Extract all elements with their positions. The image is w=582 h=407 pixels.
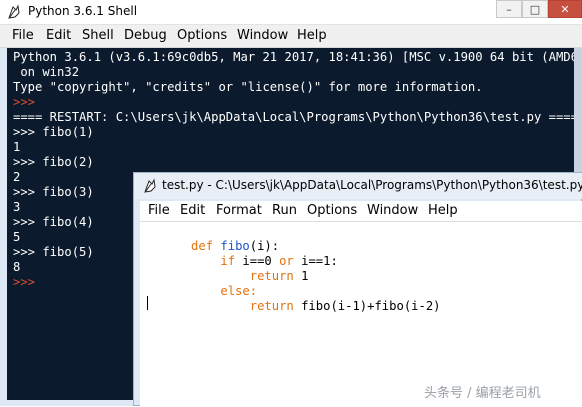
editor-menu-edit[interactable]: Edit [180,203,205,218]
code-token: return [191,299,302,313]
console-line: >>> fibo(1) [13,125,94,139]
shell-window-title: Python 3.6.1 Shell [28,4,138,18]
shell-menubar: File Edit Shell Debug Options Window Hel… [0,25,582,48]
console-line: 2 [13,170,21,184]
editor-window-title: test.py - C:\Users\jk\AppData\Local\Prog… [162,178,582,192]
code-editor[interactable]: def fibo(i): if i==0 or i==1: return 1 e… [140,222,582,407]
console-line: 3 [13,200,21,214]
menu-shell[interactable]: Shell [82,28,114,43]
menu-help[interactable]: Help [297,28,327,43]
console-line: 1 [13,140,21,154]
code-token: 1 [301,269,309,283]
console-line: >>> [13,275,43,289]
editor-menu-options[interactable]: Options [307,203,357,218]
menu-window[interactable]: Window [237,28,288,43]
console-line: >>> fibo(3) [13,185,94,199]
console-line: 5 [13,230,21,244]
text-cursor [147,296,148,310]
maximize-icon: □ [529,2,541,16]
idle-feather-icon [144,178,156,193]
close-icon: ✕ [560,2,570,16]
editor-window: test.py - C:\Users\jk\AppData\Local\Prog… [133,172,582,407]
console-line: >>> fibo(4) [13,215,94,229]
console-line: Python 3.6.1 (v3.6.1:69c0db5, Mar 21 201… [13,50,575,64]
console-line: ==== RESTART: C:\Users\jk\AppData\Local\… [13,110,575,124]
menu-debug[interactable]: Debug [124,28,167,43]
console-line: >>> fibo(2) [13,155,94,169]
editor-menu-window[interactable]: Window [367,203,418,218]
maximize-button[interactable]: □ [522,0,548,18]
editor-menu-run[interactable]: Run [272,203,297,218]
console-line: 8 [13,260,21,274]
menu-options[interactable]: Options [177,28,227,43]
idle-feather-icon [6,4,22,20]
editor-menu-help[interactable]: Help [428,203,458,218]
editor-titlebar[interactable]: test.py - C:\Users\jk\AppData\Local\Prog… [134,173,582,199]
close-button[interactable]: ✕ [548,0,582,18]
minimize-button[interactable]: – [496,0,522,18]
console-line: >>> [13,95,43,109]
editor-menubar: File Edit Format Run Options Window Help [140,201,582,222]
menu-edit[interactable]: Edit [46,28,71,43]
console-line: on win32 [13,65,80,79]
console-line: Type "copyright", "credits" or "license(… [13,80,483,94]
editor-menu-file[interactable]: File [148,203,170,218]
console-line: >>> fibo(5) [13,245,94,259]
shell-titlebar[interactable]: Python 3.6.1 Shell – □ ✕ [0,0,582,25]
code-line: return fibo(i-1)+fibo(i-2) [147,284,441,329]
editor-menu-format[interactable]: Format [216,203,262,218]
menu-file[interactable]: File [12,28,34,43]
watermark: 头条号 / 编程老司机 [424,386,541,401]
minimize-icon: – [506,2,512,16]
code-token: fibo(i-1)+fibo(i-2) [301,299,441,313]
